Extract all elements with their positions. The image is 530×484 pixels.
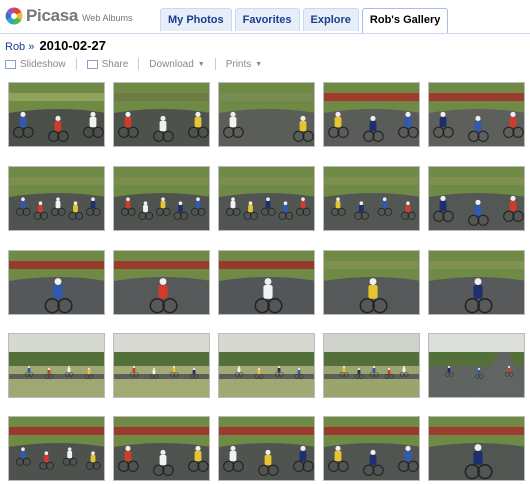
photo-image [324,167,419,230]
photo-thumbnail[interactable] [218,333,315,398]
toolbar-divider [214,58,216,70]
tab-explore[interactable]: Explore [302,8,359,31]
photo-thumbnail[interactable] [218,166,315,231]
photo-image [429,83,524,146]
breadcrumb: Rob » 2010-02-27 [5,38,106,53]
photo-image [114,417,209,480]
photo-thumbnail[interactable] [113,333,210,398]
photo-thumbnail[interactable] [8,166,105,231]
photo-thumbnail[interactable] [428,82,525,147]
logo-subtitle: Web Albums [82,12,133,23]
photo-thumbnail[interactable] [8,250,105,315]
slideshow-label: Slideshow [20,58,66,70]
photo-image [219,251,314,314]
toolbar-divider [138,58,140,70]
photo-thumbnail[interactable] [218,416,315,481]
tab-my-photos[interactable]: My Photos [160,8,232,31]
photo-image [219,167,314,230]
photo-image [114,334,209,397]
photo-thumbnail[interactable] [113,166,210,231]
photo-thumbnail[interactable] [323,416,420,481]
photo-thumbnail[interactable] [113,416,210,481]
logo-name: Picasa [26,6,79,25]
photo-thumbnail[interactable] [323,250,420,315]
photo-thumbnail[interactable] [113,82,210,147]
prints-dropdown[interactable]: Prints ▼ [226,59,263,70]
share-button[interactable]: Share [86,58,129,70]
chevron-down-icon: ▼ [197,60,205,68]
breadcrumb-separator: » [28,41,35,53]
photo-image [429,417,524,480]
photo-image [219,417,314,480]
photo-image [9,251,104,314]
photo-image [9,167,104,230]
photo-thumbnail[interactable] [218,82,315,147]
photo-image [9,417,104,480]
photo-thumbnail[interactable] [428,416,525,481]
photo-thumbnail[interactable] [218,250,315,315]
share-label: Share [101,58,129,70]
photo-image [429,167,524,230]
photo-image [9,83,104,146]
top-header: Picasa Web Albums My Photos Favorites Ex… [0,0,530,34]
photo-thumbnail[interactable] [428,333,525,398]
photo-image [9,334,104,397]
photo-image [324,83,419,146]
photo-image [324,251,419,314]
nav-tabs: My Photos Favorites Explore Rob's Galler… [160,8,451,33]
picasa-logo[interactable]: Picasa Web Albums [5,6,132,26]
photo-thumbnail[interactable] [323,333,420,398]
tab-favorites[interactable]: Favorites [234,8,300,31]
photo-image [219,83,314,146]
picasa-pinwheel-icon [5,7,23,25]
photo-thumbnail[interactable] [428,250,525,315]
slideshow-icon [5,59,16,69]
envelope-icon [86,59,98,69]
photo-image [324,417,419,480]
photo-thumbnail[interactable] [8,416,105,481]
album-toolbar: Slideshow Share Download ▼ Prints ▼ [5,56,272,72]
photo-image [114,167,209,230]
photo-image [219,334,314,397]
photo-thumbnail[interactable] [8,333,105,398]
toolbar-divider [75,58,77,70]
album-title: 2010-02-27 [39,38,106,53]
photo-image [429,251,524,314]
photo-thumbnail[interactable] [8,82,105,147]
slideshow-button[interactable]: Slideshow [5,59,66,70]
chevron-down-icon: ▼ [255,60,263,68]
download-dropdown[interactable]: Download ▼ [149,59,204,70]
download-label: Download [149,58,194,70]
photo-image [429,334,524,397]
photo-thumbnail[interactable] [323,166,420,231]
photo-image [114,251,209,314]
photo-image [324,334,419,397]
tab-robs-gallery[interactable]: Rob's Gallery [361,8,449,33]
photo-thumbnail[interactable] [323,82,420,147]
photo-image [114,83,209,146]
photo-thumbnail[interactable] [428,166,525,231]
breadcrumb-user-link[interactable]: Rob [5,41,25,53]
prints-label: Prints [225,58,252,70]
photo-thumbnail[interactable] [113,250,210,315]
